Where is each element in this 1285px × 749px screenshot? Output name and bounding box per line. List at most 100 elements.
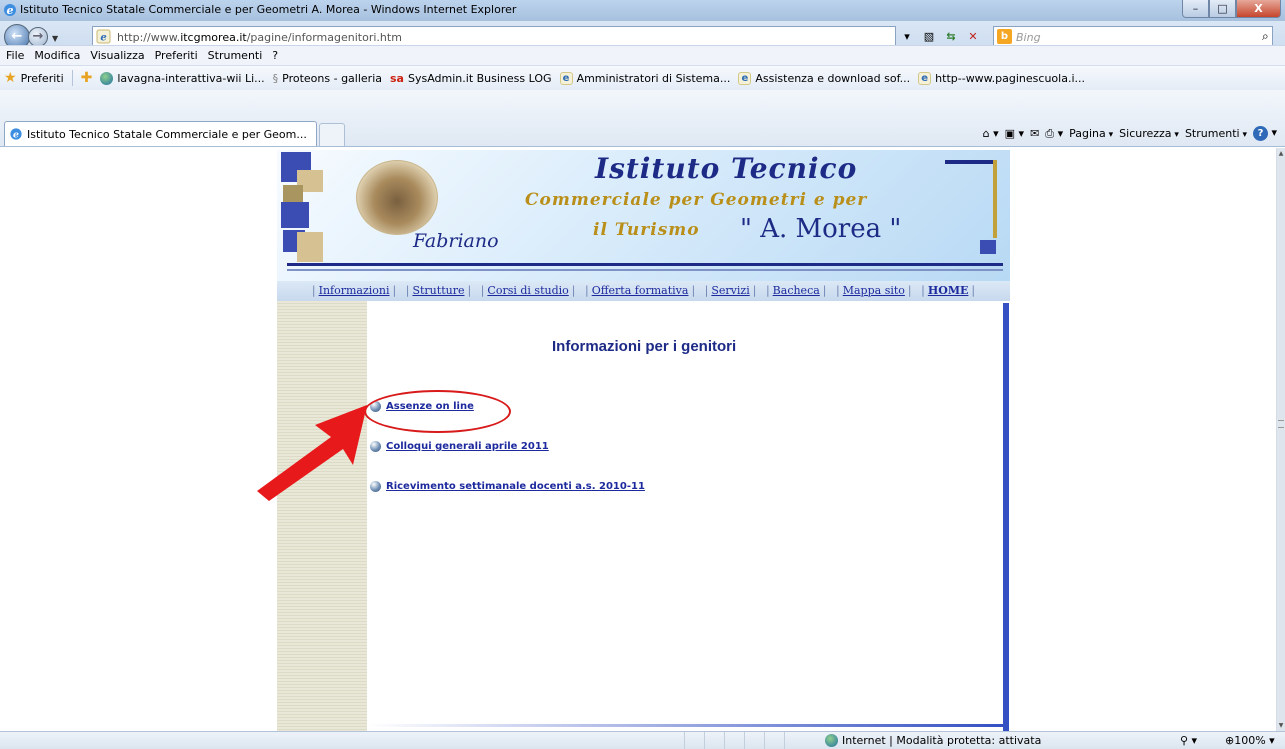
school-building-image	[356, 160, 438, 235]
ie-tab-icon: e	[10, 128, 22, 140]
ie-page-icon: e	[559, 71, 573, 85]
history-dropdown-icon[interactable]: ▼	[52, 34, 58, 43]
ie-page-icon: e	[918, 71, 932, 85]
menu-modifica[interactable]: Modifica	[34, 49, 80, 62]
nav-servizi[interactable]: Servizi	[711, 284, 749, 297]
tab-active[interactable]: e Istituto Tecnico Statale Commerciale e…	[4, 121, 317, 146]
maximize-button[interactable]: □	[1209, 0, 1236, 18]
right-border	[1003, 303, 1009, 731]
favorite-link-3[interactable]: sa SysAdmin.it Business LOG	[390, 72, 552, 85]
page-content: Fabriano Istituto Tecnico Commerciale pe…	[0, 148, 1276, 731]
security-zone[interactable]: Internet | Modalità protetta: attivata	[825, 734, 1041, 747]
security-menu[interactable]: Sicurezza	[1119, 127, 1179, 140]
menu-visualizza[interactable]: Visualizza	[90, 49, 144, 62]
address-field[interactable]: e http://www.itcgmorea.it/pagine/informa…	[92, 26, 896, 47]
page-menu[interactable]: Pagina	[1069, 127, 1113, 140]
svg-text:e: e	[7, 4, 14, 17]
site-banner: Fabriano Istituto Tecnico Commerciale pe…	[277, 150, 1010, 281]
help-icon: ?	[1252, 126, 1268, 141]
page-title: Informazioni per i genitori	[552, 338, 737, 355]
tab-bar: e Istituto Tecnico Statale Commerciale e…	[0, 90, 1285, 147]
stop-icon[interactable]: ✕	[964, 27, 982, 46]
search-icon[interactable]: ⌕	[1262, 29, 1269, 44]
scroll-up-icon[interactable]: ▲	[1277, 150, 1285, 157]
banner-subtitle-2: il Turismo	[593, 220, 700, 240]
add-favorite-icon[interactable]: ✚	[81, 70, 93, 86]
command-bar: ⌂ ▾ ▣ ▾ ✉ ⎙ ▾ Pagina Sicurezza Strumenti…	[983, 126, 1277, 141]
left-column	[277, 301, 367, 731]
status-bar: Internet | Modalità protetta: attivata ⚲…	[0, 731, 1285, 749]
sysadmin-icon: sa	[390, 71, 404, 85]
menu-help[interactable]: ?	[272, 49, 278, 62]
protected-mode-icon[interactable]: ⚲ ▾	[1180, 734, 1197, 747]
search-field[interactable]: b Bing	[993, 26, 1273, 47]
menu-preferiti[interactable]: Preferiti	[155, 49, 198, 62]
help-menu[interactable]: ? ▾	[1252, 126, 1277, 141]
address-dropdown-icon[interactable]: ▾	[898, 27, 916, 46]
mail-icon[interactable]: ✉	[1030, 127, 1039, 140]
nav-bacheca[interactable]: Bacheca	[773, 284, 820, 297]
bing-icon: b	[997, 29, 1012, 44]
link-colloqui-generali[interactable]: Colloqui generali aprile 2011	[386, 441, 549, 452]
nav-corsi-di-studio[interactable]: Corsi di studio	[487, 284, 568, 297]
favorite-link-4[interactable]: e Amministratori di Sistema...	[559, 71, 730, 85]
favorites-button[interactable]: ★ Preferiti	[4, 70, 64, 86]
divider	[287, 263, 1003, 266]
nav-offerta-formativa[interactable]: Offerta formativa	[592, 284, 689, 297]
minimize-button[interactable]: –	[1182, 0, 1209, 18]
decorative-square	[980, 240, 996, 254]
decorative-square	[283, 185, 303, 203]
feeds-icon[interactable]: ▣ ▾	[1005, 127, 1024, 140]
separator	[71, 70, 73, 86]
menu-strumenti[interactable]: Strumenti	[208, 49, 263, 62]
nav-mappa-sito[interactable]: Mappa sito	[843, 284, 905, 297]
star-icon: ★	[4, 70, 17, 86]
refresh-icon[interactable]: ⇆	[942, 27, 960, 46]
internet-explorer-icon: e	[4, 4, 16, 17]
compatibility-view-icon[interactable]: ▧	[920, 27, 938, 46]
vertical-scrollbar[interactable]: ▲ ▼	[1276, 148, 1285, 731]
decorative-square	[281, 202, 309, 228]
zoom-level[interactable]: ⊕100% ▾	[1225, 734, 1275, 747]
print-icon[interactable]: ⎙ ▾	[1045, 127, 1063, 141]
divider	[287, 269, 1003, 271]
bullet-icon	[370, 441, 381, 452]
tools-menu[interactable]: Strumenti	[1185, 127, 1247, 140]
banner-subtitle-1: Commerciale per Geometri e per	[525, 190, 868, 210]
globe-icon	[100, 71, 114, 85]
nav-informazioni[interactable]: Informazioni	[319, 284, 390, 297]
page-icon: e	[96, 29, 111, 44]
favorite-link-2[interactable]: § Proteons - galleria	[273, 72, 382, 85]
favorite-link-1[interactable]: lavagna-interattiva-wii Li...	[100, 71, 265, 85]
window-title: Istituto Tecnico Statale Commerciale e p…	[20, 3, 517, 16]
nav-strutture[interactable]: Strutture	[412, 284, 464, 297]
close-button[interactable]: X	[1236, 0, 1281, 18]
favorite-link-5[interactable]: e Assistenza e download sof...	[738, 71, 910, 85]
site-nav: | Informazioni | | Strutture | | Corsi di stu…	[277, 281, 1010, 301]
list-item: Ricevimento settimanale docenti a.s. 201…	[370, 481, 645, 492]
menu-bar: File Modifica Visualizza Preferiti Strum…	[0, 45, 1285, 65]
favorite-link-6[interactable]: e http--www.paginescuola.i...	[918, 71, 1085, 85]
decorative-bar	[993, 160, 997, 238]
nav-home[interactable]: HOME	[928, 284, 969, 297]
tab-title: Istituto Tecnico Statale Commerciale e p…	[27, 127, 307, 141]
decorative-square	[297, 232, 323, 262]
internet-zone-icon	[825, 734, 838, 747]
svg-text:e: e	[13, 129, 19, 140]
banner-school-name: " A. Morea "	[740, 214, 902, 244]
favorites-bar: ★ Preferiti ✚ lavagna-interattiva-wii Li.…	[0, 65, 1285, 90]
red-arrow-icon	[257, 405, 367, 501]
ie-page-icon: e	[738, 71, 752, 85]
forward-button[interactable]: →	[28, 27, 48, 47]
link-ricevimento-docenti[interactable]: Ricevimento settimanale docenti a.s. 201…	[386, 481, 645, 492]
search-placeholder: Bing	[1016, 31, 1041, 44]
bottom-border	[367, 724, 1003, 727]
home-icon[interactable]: ⌂ ▾	[983, 127, 999, 140]
red-circle-annotation	[364, 390, 511, 433]
scroll-down-icon[interactable]: ▼	[1277, 722, 1285, 729]
new-tab-button[interactable]	[319, 123, 345, 146]
bullet-icon	[370, 481, 381, 492]
list-item: Colloqui generali aprile 2011	[370, 441, 549, 452]
banner-city: Fabriano	[413, 230, 499, 252]
menu-file[interactable]: File	[6, 49, 24, 62]
